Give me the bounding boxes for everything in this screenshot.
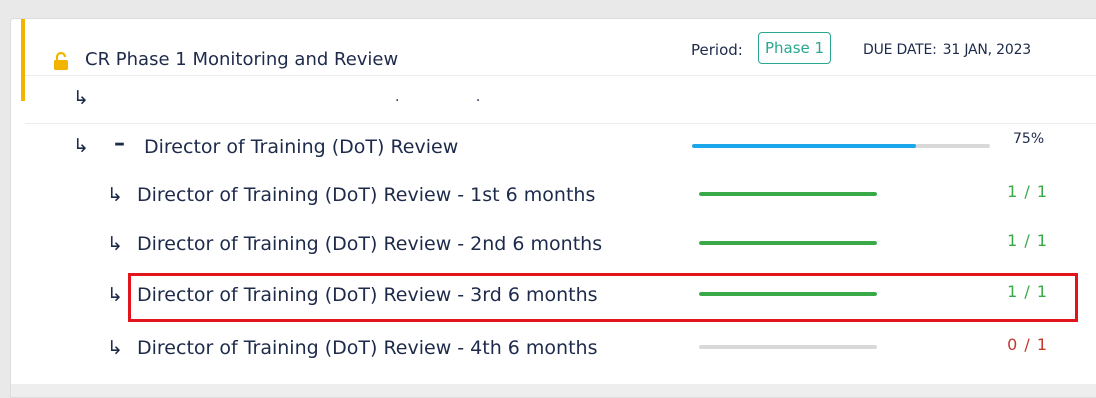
highlight-box	[128, 273, 1078, 322]
child-progress-bar	[699, 192, 877, 196]
subdirectory-arrow-icon: ↳	[73, 87, 89, 109]
row-divider	[25, 123, 1096, 124]
subdirectory-arrow-icon: ↳	[107, 337, 123, 359]
due-date-value: 31 JAN, 2023	[942, 42, 1032, 58]
lock-open-icon	[54, 51, 68, 74]
parent-progress-percent: 75%	[1013, 131, 1045, 147]
subdirectory-arrow-icon: ↳	[73, 135, 89, 157]
child-progress-count: 1 / 1	[1007, 231, 1048, 250]
card-title[interactable]: CR Phase 1 Monitoring and Review	[85, 49, 398, 70]
parent-progress-fill	[692, 144, 916, 148]
due-date-label: DUE DATE:	[863, 42, 937, 58]
child-progress-bar	[699, 345, 877, 349]
child-review-label[interactable]: Director of Training (DoT) Review - 1st …	[137, 184, 595, 206]
parent-review-label[interactable]: Director of Training (DoT) Review	[144, 136, 458, 158]
card-accent-bar	[21, 19, 25, 101]
card-footer-strip	[11, 384, 1096, 397]
child-review-label[interactable]: Director of Training (DoT) Review - 4th …	[137, 337, 598, 359]
child-review-label[interactable]: Director of Training (DoT) Review - 2nd …	[137, 233, 602, 255]
subdirectory-arrow-icon: ↳	[107, 284, 123, 306]
child-progress-fill	[699, 241, 877, 245]
clipped-row-remnant: · ·	[395, 93, 517, 109]
period-label: Period:	[691, 41, 743, 59]
assessment-card: CR Phase 1 Monitoring and Review Period:…	[10, 18, 1096, 398]
child-progress-count: 0 / 1	[1007, 335, 1048, 354]
due-date: DUE DATE: 31 JAN, 2023	[863, 42, 1031, 58]
child-progress-bar	[699, 241, 877, 245]
parent-progress-bar	[692, 144, 990, 148]
period-badge: Phase 1	[758, 32, 832, 64]
collapse-minus-icon[interactable]: –	[114, 131, 125, 156]
subdirectory-arrow-icon: ↳	[107, 233, 123, 255]
header-divider	[25, 75, 1096, 76]
child-progress-count: 1 / 1	[1007, 182, 1048, 201]
child-progress-fill	[699, 192, 877, 196]
subdirectory-arrow-icon: ↳	[107, 184, 123, 206]
